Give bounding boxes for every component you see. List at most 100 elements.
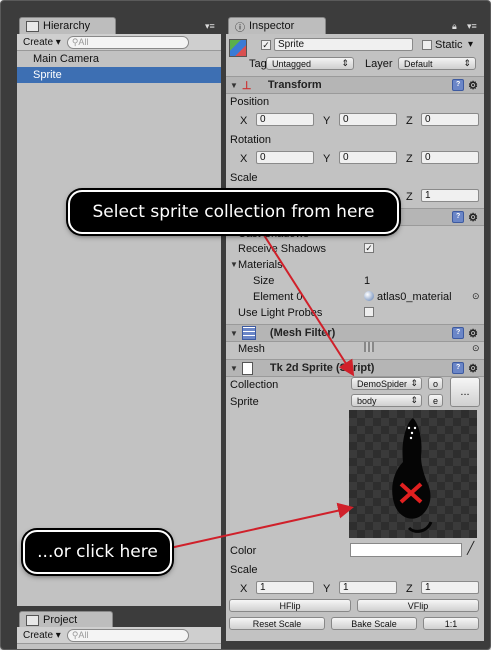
foldout-arrow-icon[interactable]: ▼	[230, 81, 238, 90]
position-z-field[interactable]: 0	[421, 113, 479, 126]
sprite-scale-x-field[interactable]: 1	[256, 581, 314, 594]
help-book-icon[interactable]: ?	[452, 362, 465, 374]
static-checkbox[interactable]	[422, 40, 432, 50]
rotation-z-field[interactable]: 0	[421, 151, 479, 164]
sprite-scale-y-field[interactable]: 1	[339, 581, 397, 594]
hflip-button[interactable]: HFlip	[229, 599, 351, 612]
hierarchy-search-input[interactable]: ⚲ All	[66, 35, 189, 49]
lock-icon[interactable]: 🔒︎	[452, 21, 457, 32]
tab-hierarchy[interactable]: Hierarchy	[19, 17, 116, 34]
rotation-y-label: Y	[323, 153, 331, 165]
scale-z-label: Z	[406, 191, 413, 203]
eyedropper-icon[interactable]: ╱	[467, 541, 474, 555]
materials-label: Materials	[238, 259, 283, 271]
gear-icon[interactable]: ⚙	[468, 327, 478, 340]
component-actions: ? ⚙	[452, 79, 478, 92]
project-create-dropdown[interactable]: Create ▾	[23, 630, 61, 641]
component-actions: ? ⚙	[452, 327, 478, 340]
one-to-one-button[interactable]: 1:1	[423, 617, 479, 630]
object-picker-icon[interactable]: ⊙	[472, 291, 480, 302]
sprite-label: Sprite	[230, 396, 259, 408]
hierarchy-item-sprite[interactable]: Sprite	[17, 67, 221, 83]
vflip-button[interactable]: VFlip	[357, 599, 479, 612]
folder-icon	[26, 614, 39, 626]
sprite-dropdown[interactable]: body ⇕	[351, 394, 422, 407]
object-name-field[interactable]: Sprite	[274, 38, 413, 51]
object-picker-icon[interactable]: ⊙	[472, 343, 480, 354]
static-label: Static	[435, 39, 463, 51]
rotation-x-field[interactable]: 0	[256, 151, 314, 164]
tag-dropdown[interactable]: Untagged ⇕	[266, 57, 354, 70]
scale-label: Scale	[230, 172, 258, 184]
sprite-scale-x-label: X	[240, 583, 248, 595]
tab-project[interactable]: Project	[19, 611, 113, 628]
sprite-edit-button[interactable]: e	[428, 394, 443, 407]
hierarchy-icon	[26, 20, 39, 32]
position-y-field[interactable]: 0	[339, 113, 397, 126]
gear-icon[interactable]: ⚙	[468, 362, 478, 375]
rotation-x-label: X	[240, 153, 248, 165]
help-book-icon[interactable]: ?	[452, 327, 465, 339]
transform-header[interactable]: ▼ ⊥ Transform ? ⚙	[226, 76, 484, 94]
hierarchy-create-dropdown[interactable]: Create ▾	[23, 37, 61, 48]
sprite-scale-y-label: Y	[323, 583, 331, 595]
inspector-panel: ✓ Sprite Static ▾ Tag Untagged ⇕ Layer De…	[226, 34, 484, 641]
callout-top-text: Select sprite collection from here	[92, 202, 375, 222]
help-book-icon[interactable]: ?	[452, 211, 465, 223]
position-x-field[interactable]: 0	[256, 113, 314, 126]
foldout-arrow-icon[interactable]: ▼	[230, 329, 238, 338]
script-file-icon	[241, 361, 253, 375]
more-options-button[interactable]: ...	[450, 377, 480, 407]
callout-click-here: ...or click here	[23, 530, 172, 574]
collection-dropdown[interactable]: DemoSpider ⇕	[351, 377, 422, 390]
element-0-label: Element 0	[253, 291, 303, 303]
rotation-y-field[interactable]: 0	[339, 151, 397, 164]
rotation-z-label: Z	[406, 153, 413, 165]
materials-foldout-icon[interactable]: ▼	[230, 260, 238, 269]
layer-label: Layer	[365, 58, 393, 70]
static-dropdown[interactable]: ▾	[468, 39, 473, 50]
panel-menu-icon[interactable]: ▾≡	[205, 21, 215, 32]
element-0-value[interactable]: atlas0_material	[377, 291, 452, 303]
inspector-menu-icon[interactable]: ▾≡	[467, 21, 477, 32]
bake-scale-button[interactable]: Bake Scale	[331, 617, 417, 630]
collection-label: Collection	[230, 379, 279, 391]
materials-size-label: Size	[253, 275, 275, 287]
receive-shadows-checkbox[interactable]: ✓	[364, 243, 374, 253]
light-probes-checkbox[interactable]	[364, 307, 374, 317]
gear-icon[interactable]: ⚙	[468, 79, 478, 92]
light-probes-label: Use Light Probes	[238, 307, 323, 319]
gear-icon[interactable]: ⚙	[468, 211, 478, 224]
sprite-scale-label: Scale	[230, 564, 258, 576]
tk2d-sprite-title: Tk 2d Sprite (Script)	[269, 362, 375, 374]
layer-dropdown[interactable]: Default ⇕	[398, 57, 476, 70]
tk2d-sprite-header[interactable]: ▼ Tk 2d Sprite (Script) ? ⚙	[226, 359, 484, 377]
hierarchy-item-main-camera[interactable]: Main Camera	[17, 51, 221, 67]
foldout-arrow-icon[interactable]: ▼	[230, 364, 238, 373]
collection-open-button[interactable]: o	[428, 377, 443, 390]
mesh-filter-title: (Mesh Filter)	[269, 327, 336, 339]
reset-scale-button[interactable]: Reset Scale	[229, 617, 325, 630]
info-icon: ⓘ	[235, 22, 245, 34]
rotation-label: Rotation	[230, 134, 271, 146]
project-search-input[interactable]: ⚲ All	[66, 628, 189, 642]
position-label: Position	[230, 96, 270, 108]
sprite-scale-z-field[interactable]: 1	[421, 581, 479, 594]
sprite-preview[interactable]	[349, 410, 477, 538]
materials-size-value[interactable]: 1	[364, 275, 370, 287]
component-actions: ? ⚙	[452, 362, 478, 375]
color-swatch[interactable]	[350, 543, 462, 557]
hierarchy-tab-label: Hierarchy	[43, 20, 91, 32]
hierarchy-item-label: Sprite	[33, 69, 62, 81]
help-book-icon[interactable]: ?	[452, 79, 465, 91]
tab-inspector[interactable]: ⓘ Inspector	[228, 17, 326, 34]
mesh-filter-header[interactable]: ▼ (Mesh Filter) ? ⚙	[226, 324, 484, 342]
project-tab-label: Project	[43, 614, 78, 626]
inspector-tab-label: Inspector	[249, 20, 295, 32]
active-checkbox[interactable]: ✓	[261, 40, 271, 50]
material-sphere-icon	[364, 291, 374, 301]
position-z-label: Z	[406, 115, 413, 127]
project-toolbar: Create ▾ ⚲ All	[17, 627, 221, 644]
callout-bottom-text: ...or click here	[37, 542, 158, 562]
scale-z-field[interactable]: 1	[421, 189, 479, 202]
